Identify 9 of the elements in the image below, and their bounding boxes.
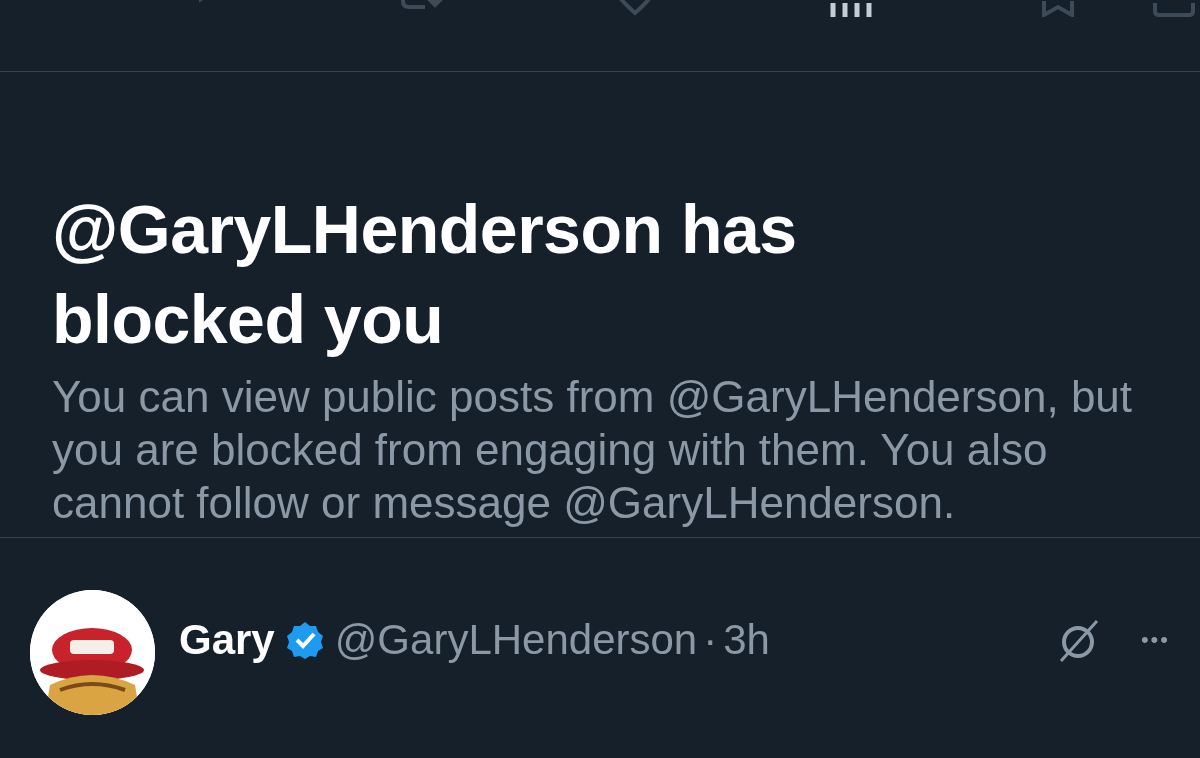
share-icon[interactable] [1152, 3, 1197, 17]
post-time[interactable]: 3h [723, 616, 770, 663]
blocked-description: You can view public posts from @GaryLHenderson, but you are blocked from engaging with them. You also cannot follow or message @GaryLHenderson. [52, 371, 1134, 529]
author-handle[interactable]: @GaryLHenderson [334, 616, 698, 663]
author-name[interactable]: Gary [179, 616, 275, 663]
more-button[interactable]: ••• [1140, 616, 1170, 663]
bookmark-icon[interactable] [1041, 1, 1076, 17]
blocked-title: @GaryLHenderson has blocked you [52, 190, 798, 359]
separator-dot: · [703, 616, 718, 663]
